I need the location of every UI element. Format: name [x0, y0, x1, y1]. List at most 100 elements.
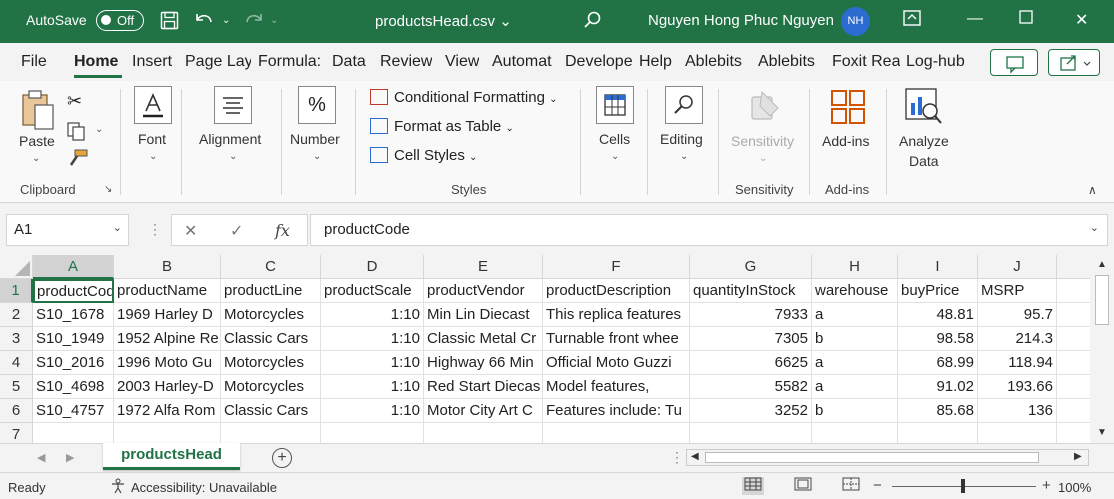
cell-c3[interactable]: Classic Cars: [221, 327, 321, 351]
tab-help[interactable]: Help: [639, 53, 672, 71]
cell-a6[interactable]: S10_4757: [33, 399, 114, 423]
column-header-b[interactable]: B: [114, 255, 221, 279]
cell-f2[interactable]: This replica features: [543, 303, 690, 327]
row-header-2[interactable]: 2: [0, 303, 33, 327]
cell-d2[interactable]: 1:10: [321, 303, 424, 327]
cell-d1[interactable]: productScale: [321, 279, 424, 303]
cell-h7[interactable]: [812, 423, 898, 443]
row-header-3[interactable]: 3: [0, 327, 33, 351]
cell-a7[interactable]: [33, 423, 114, 443]
cell-a4[interactable]: S10_2016: [33, 351, 114, 375]
zoom-in-button[interactable]: +: [1042, 477, 1051, 494]
column-header-e[interactable]: E: [424, 255, 543, 279]
maximize-icon[interactable]: [1019, 10, 1033, 29]
cells-dropdown-icon[interactable]: ⌄: [611, 151, 619, 162]
cell-i2[interactable]: 48.81: [898, 303, 978, 327]
horizontal-scrollbar[interactable]: ◀ ▶: [686, 449, 1089, 466]
cell-j2[interactable]: 95.7: [978, 303, 1057, 327]
cell-g2[interactable]: 7933: [690, 303, 812, 327]
copy-icon[interactable]: [66, 121, 88, 144]
ribbon-display-options-icon[interactable]: [903, 10, 921, 31]
undo-icon[interactable]: [194, 11, 216, 35]
cell-d6[interactable]: 1:10: [321, 399, 424, 423]
row-header-1[interactable]: 1: [0, 279, 33, 303]
collapse-ribbon-icon[interactable]: ∧: [1088, 183, 1097, 197]
enter-icon[interactable]: ✓: [230, 221, 243, 241]
save-icon[interactable]: [160, 11, 179, 35]
cell-h6[interactable]: b: [812, 399, 898, 423]
cell-e7[interactable]: [424, 423, 543, 443]
minimize-icon[interactable]: —: [967, 10, 983, 28]
cell-styles-button[interactable]: Cell Styles ⌄: [370, 147, 477, 164]
add-ins-icon[interactable]: [830, 89, 866, 128]
cell-b3[interactable]: 1952 Alpine Re: [114, 327, 221, 351]
name-box[interactable]: A1 ⌄: [6, 214, 129, 246]
vertical-scroll-thumb[interactable]: [1095, 275, 1109, 325]
cell-e2[interactable]: Min Lin Diecast: [424, 303, 543, 327]
copy-dropdown-icon[interactable]: ⌄: [95, 124, 103, 135]
cell-filler[interactable]: [1057, 375, 1090, 399]
cell-b6[interactable]: 1972 Alfa Rom: [114, 399, 221, 423]
cell-g3[interactable]: 7305: [690, 327, 812, 351]
cell-e6[interactable]: Motor City Art C: [424, 399, 543, 423]
column-header-d[interactable]: D: [321, 255, 424, 279]
cell-e1[interactable]: productVendor: [424, 279, 543, 303]
scroll-down-icon[interactable]: ▼: [1097, 427, 1107, 438]
cell-h5[interactable]: a: [812, 375, 898, 399]
analyze-data-label-2[interactable]: Data: [909, 153, 939, 169]
cells-icon[interactable]: [596, 86, 634, 124]
cell-filler[interactable]: [1057, 423, 1090, 443]
row-header-6[interactable]: 6: [0, 399, 33, 423]
cell-g7[interactable]: [690, 423, 812, 443]
cell-d3[interactable]: 1:10: [321, 327, 424, 351]
font-button[interactable]: Font: [138, 131, 166, 147]
cancel-icon[interactable]: ✕: [184, 221, 197, 241]
normal-view-icon[interactable]: [742, 477, 764, 495]
number-format-icon[interactable]: %: [298, 86, 336, 124]
column-header-g[interactable]: G: [690, 255, 812, 279]
paste-icon[interactable]: [20, 89, 56, 134]
scroll-left-icon[interactable]: ◀: [691, 451, 699, 462]
cell-d5[interactable]: 1:10: [321, 375, 424, 399]
cell-h2[interactable]: a: [812, 303, 898, 327]
accessibility-status[interactable]: Accessibility: Unavailable: [131, 480, 277, 495]
cell-f6[interactable]: Features include: Tu: [543, 399, 690, 423]
add-ins-button[interactable]: Add-ins: [822, 133, 869, 149]
cell-f3[interactable]: Turnable front whee: [543, 327, 690, 351]
cell-e4[interactable]: Highway 66 Min: [424, 351, 543, 375]
row-header-4[interactable]: 4: [0, 351, 33, 375]
cell-a2[interactable]: S10_1678: [33, 303, 114, 327]
cell-i7[interactable]: [898, 423, 978, 443]
tab-insert[interactable]: Insert: [132, 53, 172, 71]
scroll-right-icon[interactable]: ▶: [1074, 451, 1082, 462]
cell-b5[interactable]: 2003 Harley-D: [114, 375, 221, 399]
formula-input[interactable]: productCode ⌄: [310, 214, 1108, 246]
cell-j7[interactable]: [978, 423, 1057, 443]
cell-i5[interactable]: 91.02: [898, 375, 978, 399]
search-icon[interactable]: [583, 11, 602, 35]
redo-dropdown-icon[interactable]: ⌄: [270, 15, 278, 26]
conditional-formatting-button[interactable]: Conditional Formatting ⌄: [370, 89, 557, 106]
tab-data[interactable]: Data: [332, 53, 366, 71]
cell-a5[interactable]: S10_4698: [33, 375, 114, 399]
tab-formulas[interactable]: Formula:: [258, 53, 324, 71]
zoom-slider-thumb[interactable]: [961, 479, 965, 493]
tab-home[interactable]: Home: [74, 53, 118, 71]
tab-log-hub[interactable]: Log-hub: [906, 53, 965, 71]
cell-filler[interactable]: [1057, 351, 1090, 375]
expand-formula-bar-icon[interactable]: ⌄: [1090, 221, 1099, 234]
font-dropdown-icon[interactable]: ⌄: [149, 151, 157, 162]
cell-d7[interactable]: [321, 423, 424, 443]
formula-bar-resize-handle[interactable]: ⋮: [148, 221, 162, 238]
select-all-corner[interactable]: [0, 255, 33, 279]
sheet-tab-productsHead[interactable]: productsHead: [103, 443, 240, 470]
tab-page-layout[interactable]: Page Lay: [185, 53, 251, 71]
cell-j3[interactable]: 214.3: [978, 327, 1057, 351]
tab-view[interactable]: View: [445, 53, 479, 71]
column-header-f[interactable]: F: [543, 255, 690, 279]
column-header-j[interactable]: J: [978, 255, 1057, 279]
column-header-a[interactable]: A: [33, 255, 114, 279]
cell-b1[interactable]: productName: [114, 279, 221, 303]
cell-i6[interactable]: 85.68: [898, 399, 978, 423]
cell-d4[interactable]: 1:10: [321, 351, 424, 375]
